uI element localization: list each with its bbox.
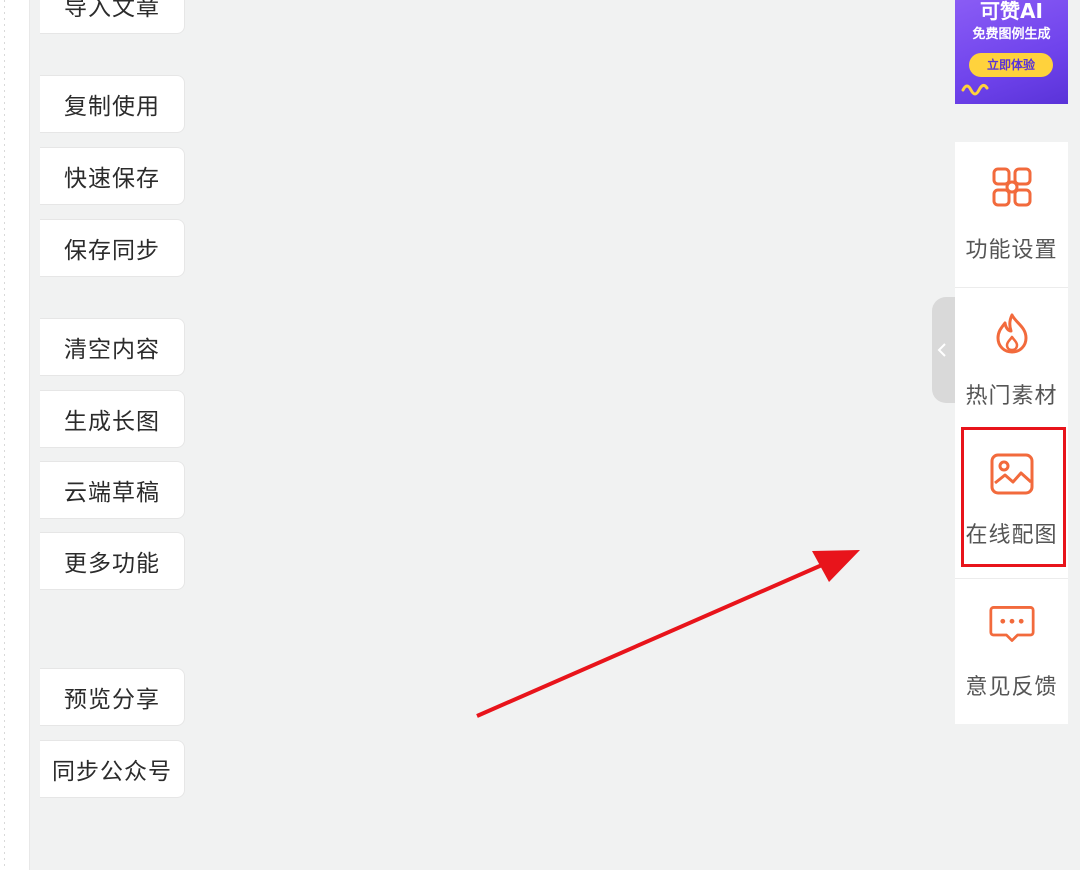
sync-official-account-button[interactable]: 同步公众号 <box>40 740 185 798</box>
ad-cta-button[interactable]: 立即体验 <box>969 53 1053 77</box>
sidebar-item-label: 在线配图 <box>965 523 1058 548</box>
right-sidebar: 可赞AI 免费图例生成 立即体验 功能设置 热门素材 在线配图 意见反馈 <box>955 0 1068 870</box>
sidebar-item-feedback[interactable]: 意见反馈 <box>955 579 1068 724</box>
sidebar-item-label: 意见反馈 <box>965 675 1058 700</box>
ad-subtitle: 免费图例生成 <box>972 27 1051 42</box>
sidebar-item-hot-materials[interactable]: 热门素材 <box>955 288 1068 425</box>
ad-title: 可赞AI <box>980 0 1043 23</box>
chevron-left-icon <box>937 343 946 357</box>
sidebar-item-label: 功能设置 <box>965 238 1058 263</box>
flame-icon <box>989 310 1035 356</box>
sidebar-item-online-images[interactable]: 在线配图 <box>955 425 1068 578</box>
save-sync-button[interactable]: 保存同步 <box>40 219 185 277</box>
quick-save-button[interactable]: 快速保存 <box>40 147 185 205</box>
sidebar-item-label: 热门素材 <box>965 384 1058 409</box>
copy-use-button[interactable]: 复制使用 <box>40 75 185 133</box>
grid-settings-icon <box>989 164 1035 210</box>
sidebar-item-settings[interactable]: 功能设置 <box>955 142 1068 287</box>
scrollbar[interactable] <box>1068 0 1080 870</box>
generate-long-image-button[interactable]: 生成长图 <box>40 390 185 448</box>
cloud-draft-button[interactable]: 云端草稿 <box>40 461 185 519</box>
import-article-button[interactable]: 导入文章 <box>40 0 185 34</box>
chat-bubble-icon <box>988 601 1035 647</box>
more-features-button[interactable]: 更多功能 <box>40 532 185 590</box>
image-icon <box>989 451 1035 497</box>
ad-banner[interactable]: 可赞AI 免费图例生成 立即体验 <box>955 0 1068 104</box>
left-gutter <box>0 0 30 870</box>
squiggle-icon <box>961 83 989 96</box>
preview-share-button[interactable]: 预览分享 <box>40 668 185 726</box>
clear-content-button[interactable]: 清空内容 <box>40 318 185 376</box>
